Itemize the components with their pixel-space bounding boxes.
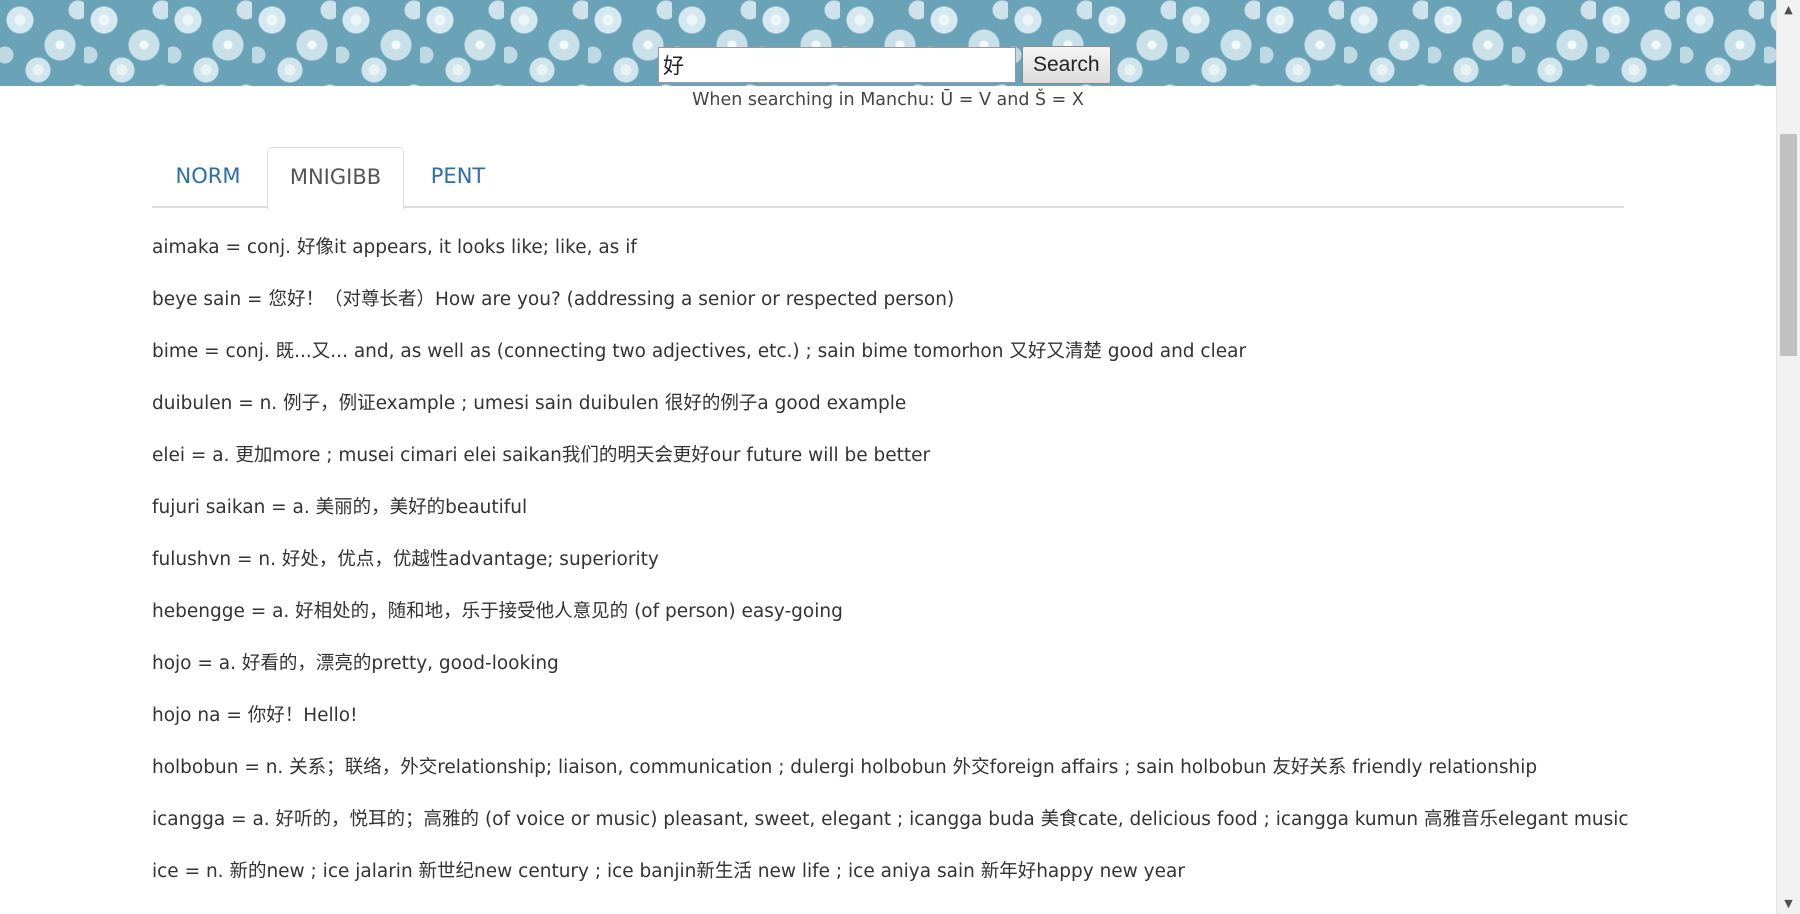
search-input[interactable] — [658, 47, 1016, 83]
search-button[interactable]: Search — [1022, 46, 1111, 84]
page: Search When searching in Manchu: Ū = V a… — [0, 0, 1800, 914]
search-form: Search — [658, 46, 1111, 84]
entry-holbobun: holbobun = n. 关系；联络，外交relationship; liai… — [152, 757, 1538, 778]
entry-elei: elei = a. 更加more ; musei cimari elei sai… — [152, 445, 931, 466]
entry-beye-sain: beye sain = 您好！（对尊长者）How are you? (addre… — [152, 289, 955, 310]
vertical-scrollbar[interactable]: ▲ ▼ — [1776, 0, 1800, 914]
entry-fujuri-saikan: fujuri saikan = a. 美丽的，美好的beautiful — [152, 497, 528, 518]
search-hint: When searching in Manchu: Ū = V and Š = … — [692, 90, 1084, 110]
entry-bime: bime = conj. 既...又... and, as well as (c… — [152, 341, 1247, 362]
entry-list: aimaka = conj. 好像it appears, it looks li… — [152, 232, 1752, 908]
entry-hojo-na: hojo na = 你好！Hello! — [152, 705, 358, 726]
dictionary-tabs: NORM MNIGIBB PENT — [152, 147, 1624, 210]
entry-ice: ice = n. 新的new ; ice jalarin 新世纪new cent… — [152, 861, 1185, 882]
entry-icangga: icangga = a. 好听的，悦耳的；高雅的 (of voice or mu… — [152, 809, 1629, 830]
entry-hojo: hojo = a. 好看的，漂亮的pretty, good-looking — [152, 653, 559, 674]
tab-mnigibb[interactable]: MNIGIBB — [267, 147, 404, 210]
entry-hebengge: hebengge = a. 好相处的，随和地，乐于接受他人意见的 (of per… — [152, 601, 843, 622]
scroll-down-arrow-icon[interactable]: ▼ — [1777, 894, 1800, 914]
scroll-up-arrow-icon[interactable]: ▲ — [1777, 0, 1800, 20]
entry-duibulen: duibulen = n. 例子，例证example ; umesi sain … — [152, 393, 907, 414]
entry-fulushvn: fulushvn = n. 好处，优点，优越性advantage; superi… — [152, 549, 659, 570]
tab-norm[interactable]: NORM — [152, 147, 264, 208]
entry-aimaka: aimaka = conj. 好像it appears, it looks li… — [152, 237, 637, 258]
scroll-thumb[interactable] — [1780, 134, 1797, 356]
tab-pent[interactable]: PENT — [404, 147, 512, 208]
